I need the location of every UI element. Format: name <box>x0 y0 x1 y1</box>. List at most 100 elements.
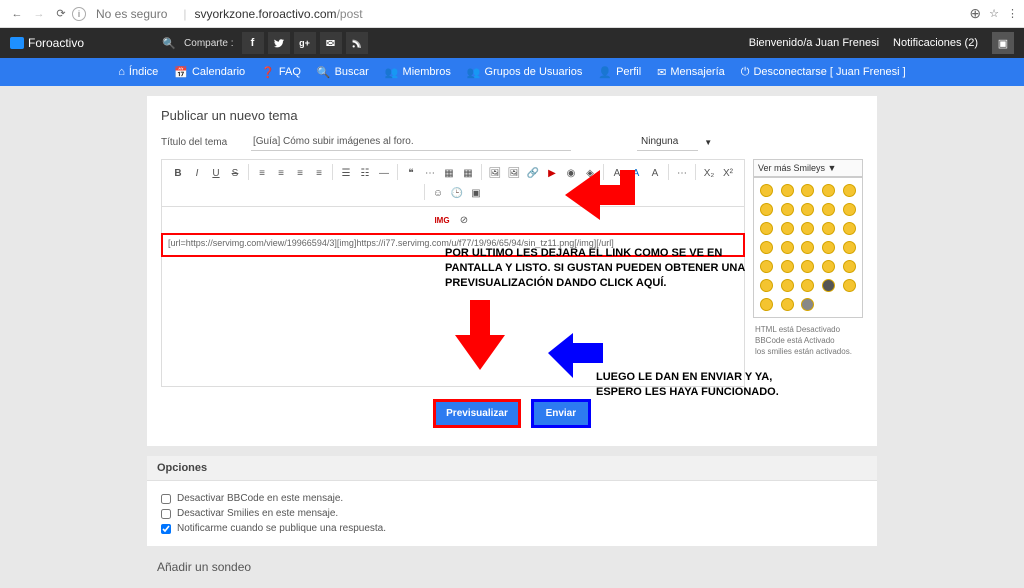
notify-checkbox[interactable] <box>161 524 171 534</box>
underline-button[interactable]: U <box>207 164 225 182</box>
smiley[interactable] <box>801 260 814 273</box>
align-left-button[interactable]: ≡ <box>253 164 271 182</box>
nav-miembros[interactable]: 👥Miembros <box>385 66 451 79</box>
clear-button[interactable]: ⊘ <box>455 211 473 229</box>
smiley[interactable] <box>801 203 814 216</box>
code-button[interactable]: ⋯ <box>421 164 439 182</box>
smiley[interactable] <box>822 279 835 292</box>
smiley[interactable] <box>760 241 773 254</box>
topic-type-select[interactable]: Ninguna <box>637 133 698 151</box>
smiley[interactable] <box>760 203 773 216</box>
nav-mensajeria[interactable]: ✉Mensajería <box>657 66 725 79</box>
nav-perfil[interactable]: 👤Perfil <box>598 66 641 79</box>
search-icon[interactable]: 🔍 <box>154 37 184 50</box>
link-button[interactable]: 🔗 <box>524 164 542 182</box>
smiley[interactable] <box>801 298 814 311</box>
smiley[interactable] <box>843 203 856 216</box>
disable-smilies-checkbox[interactable] <box>161 509 171 519</box>
quote-button[interactable]: ❝ <box>402 164 420 182</box>
smiley[interactable] <box>760 260 773 273</box>
smiley[interactable] <box>781 241 794 254</box>
smiley[interactable] <box>822 184 835 197</box>
reload-button[interactable]: ⟳ <box>50 3 72 25</box>
rss-icon[interactable] <box>346 32 368 54</box>
align-right-button[interactable]: ≡ <box>291 164 309 182</box>
twitter-icon[interactable] <box>268 32 290 54</box>
smiley[interactable] <box>781 203 794 216</box>
zoom-icon[interactable]: ⊕ <box>969 5 981 22</box>
smiley[interactable] <box>760 222 773 235</box>
spoiler-button[interactable]: ▦ <box>440 164 458 182</box>
smiley[interactable] <box>781 298 794 311</box>
smiley[interactable] <box>822 203 835 216</box>
smiley[interactable] <box>843 241 856 254</box>
profile-icon: 👤 <box>598 66 612 79</box>
date-button[interactable]: 🕒 <box>448 184 466 202</box>
profile-button[interactable]: ▣ <box>992 32 1014 54</box>
nav-desconectarse[interactable]: ⏻Desconectarse [ Juan Frenesi ] <box>741 66 906 79</box>
smiley[interactable] <box>760 279 773 292</box>
smiley[interactable] <box>801 222 814 235</box>
red-arrow-1 <box>565 170 635 230</box>
notifications-link[interactable]: Notificaciones (2) <box>893 37 978 49</box>
sub-button[interactable]: X₂ <box>700 164 718 182</box>
list-ol-button[interactable]: ☷ <box>356 164 374 182</box>
smileys-header[interactable]: Ver más Smileys ▼ <box>753 159 863 177</box>
image-button[interactable]: 🖼 <box>505 164 523 182</box>
bookmark-icon[interactable]: ☆ <box>989 7 999 20</box>
smiley[interactable] <box>801 241 814 254</box>
smiley[interactable] <box>822 241 835 254</box>
smiley[interactable] <box>781 184 794 197</box>
facebook-icon[interactable]: f <box>242 32 264 54</box>
smiley[interactable] <box>781 222 794 235</box>
nav-buscar[interactable]: 🔍Buscar <box>317 66 369 79</box>
smiley[interactable] <box>781 279 794 292</box>
smiley[interactable] <box>801 279 814 292</box>
nav-faq[interactable]: ❓FAQ <box>261 66 301 79</box>
disable-bbcode-checkbox[interactable] <box>161 494 171 504</box>
menu-icon[interactable]: ⋮ <box>1007 7 1018 20</box>
smiley[interactable] <box>843 260 856 273</box>
smiley[interactable] <box>843 184 856 197</box>
google-plus-icon[interactable]: g+ <box>294 32 316 54</box>
info-icon[interactable]: i <box>72 7 86 21</box>
image-host-button[interactable]: 🖼 <box>486 164 504 182</box>
upload-button[interactable]: IMG <box>433 211 451 229</box>
table-button[interactable]: ▦ <box>459 164 477 182</box>
emoji-button[interactable]: ☺ <box>429 184 447 202</box>
email-icon[interactable]: ✉ <box>320 32 342 54</box>
font-button[interactable]: A <box>646 164 664 182</box>
sup-button[interactable]: X² <box>719 164 737 182</box>
smiley[interactable] <box>781 260 794 273</box>
hr-button[interactable]: — <box>375 164 393 182</box>
preview-button[interactable]: Previsualizar <box>433 399 521 428</box>
back-button[interactable]: ← <box>6 3 28 25</box>
smiley[interactable] <box>822 222 835 235</box>
smiley[interactable] <box>801 184 814 197</box>
smiley[interactable] <box>843 222 856 235</box>
address-bar[interactable]: No es seguro | svyorkzone.foroactivo.com… <box>86 7 969 21</box>
smiley[interactable] <box>843 279 856 292</box>
align-justify-button[interactable]: ≡ <box>310 164 328 182</box>
disable-smilies-label: Desactivar Smilies en este mensaje. <box>177 508 338 519</box>
options-heading: Opciones <box>147 456 877 481</box>
source-button[interactable]: ▣ <box>467 184 485 202</box>
align-center-button[interactable]: ≡ <box>272 164 290 182</box>
smiley[interactable] <box>760 184 773 197</box>
smiley[interactable] <box>822 260 835 273</box>
forward-button[interactable]: → <box>28 3 50 25</box>
bold-button[interactable]: B <box>169 164 187 182</box>
nav-indice[interactable]: ⌂Índice <box>118 66 158 78</box>
nav-grupos[interactable]: 👥Grupos de Usuarios <box>467 66 583 79</box>
italic-button[interactable]: I <box>188 164 206 182</box>
brand-logo[interactable]: Foroactivo <box>10 36 84 50</box>
nav-calendario[interactable]: 📅Calendario <box>174 66 245 79</box>
youtube-button[interactable]: ▶ <box>543 164 561 182</box>
send-button[interactable]: Enviar <box>531 399 591 428</box>
list-ul-button[interactable]: ☰ <box>337 164 355 182</box>
title-input[interactable] <box>251 133 571 151</box>
strike-button[interactable]: S <box>226 164 244 182</box>
smileys-info: HTML está Desactivado BBCode está Activa… <box>753 318 863 364</box>
smiley[interactable] <box>760 298 773 311</box>
more-button[interactable]: ⋯ <box>673 164 691 182</box>
